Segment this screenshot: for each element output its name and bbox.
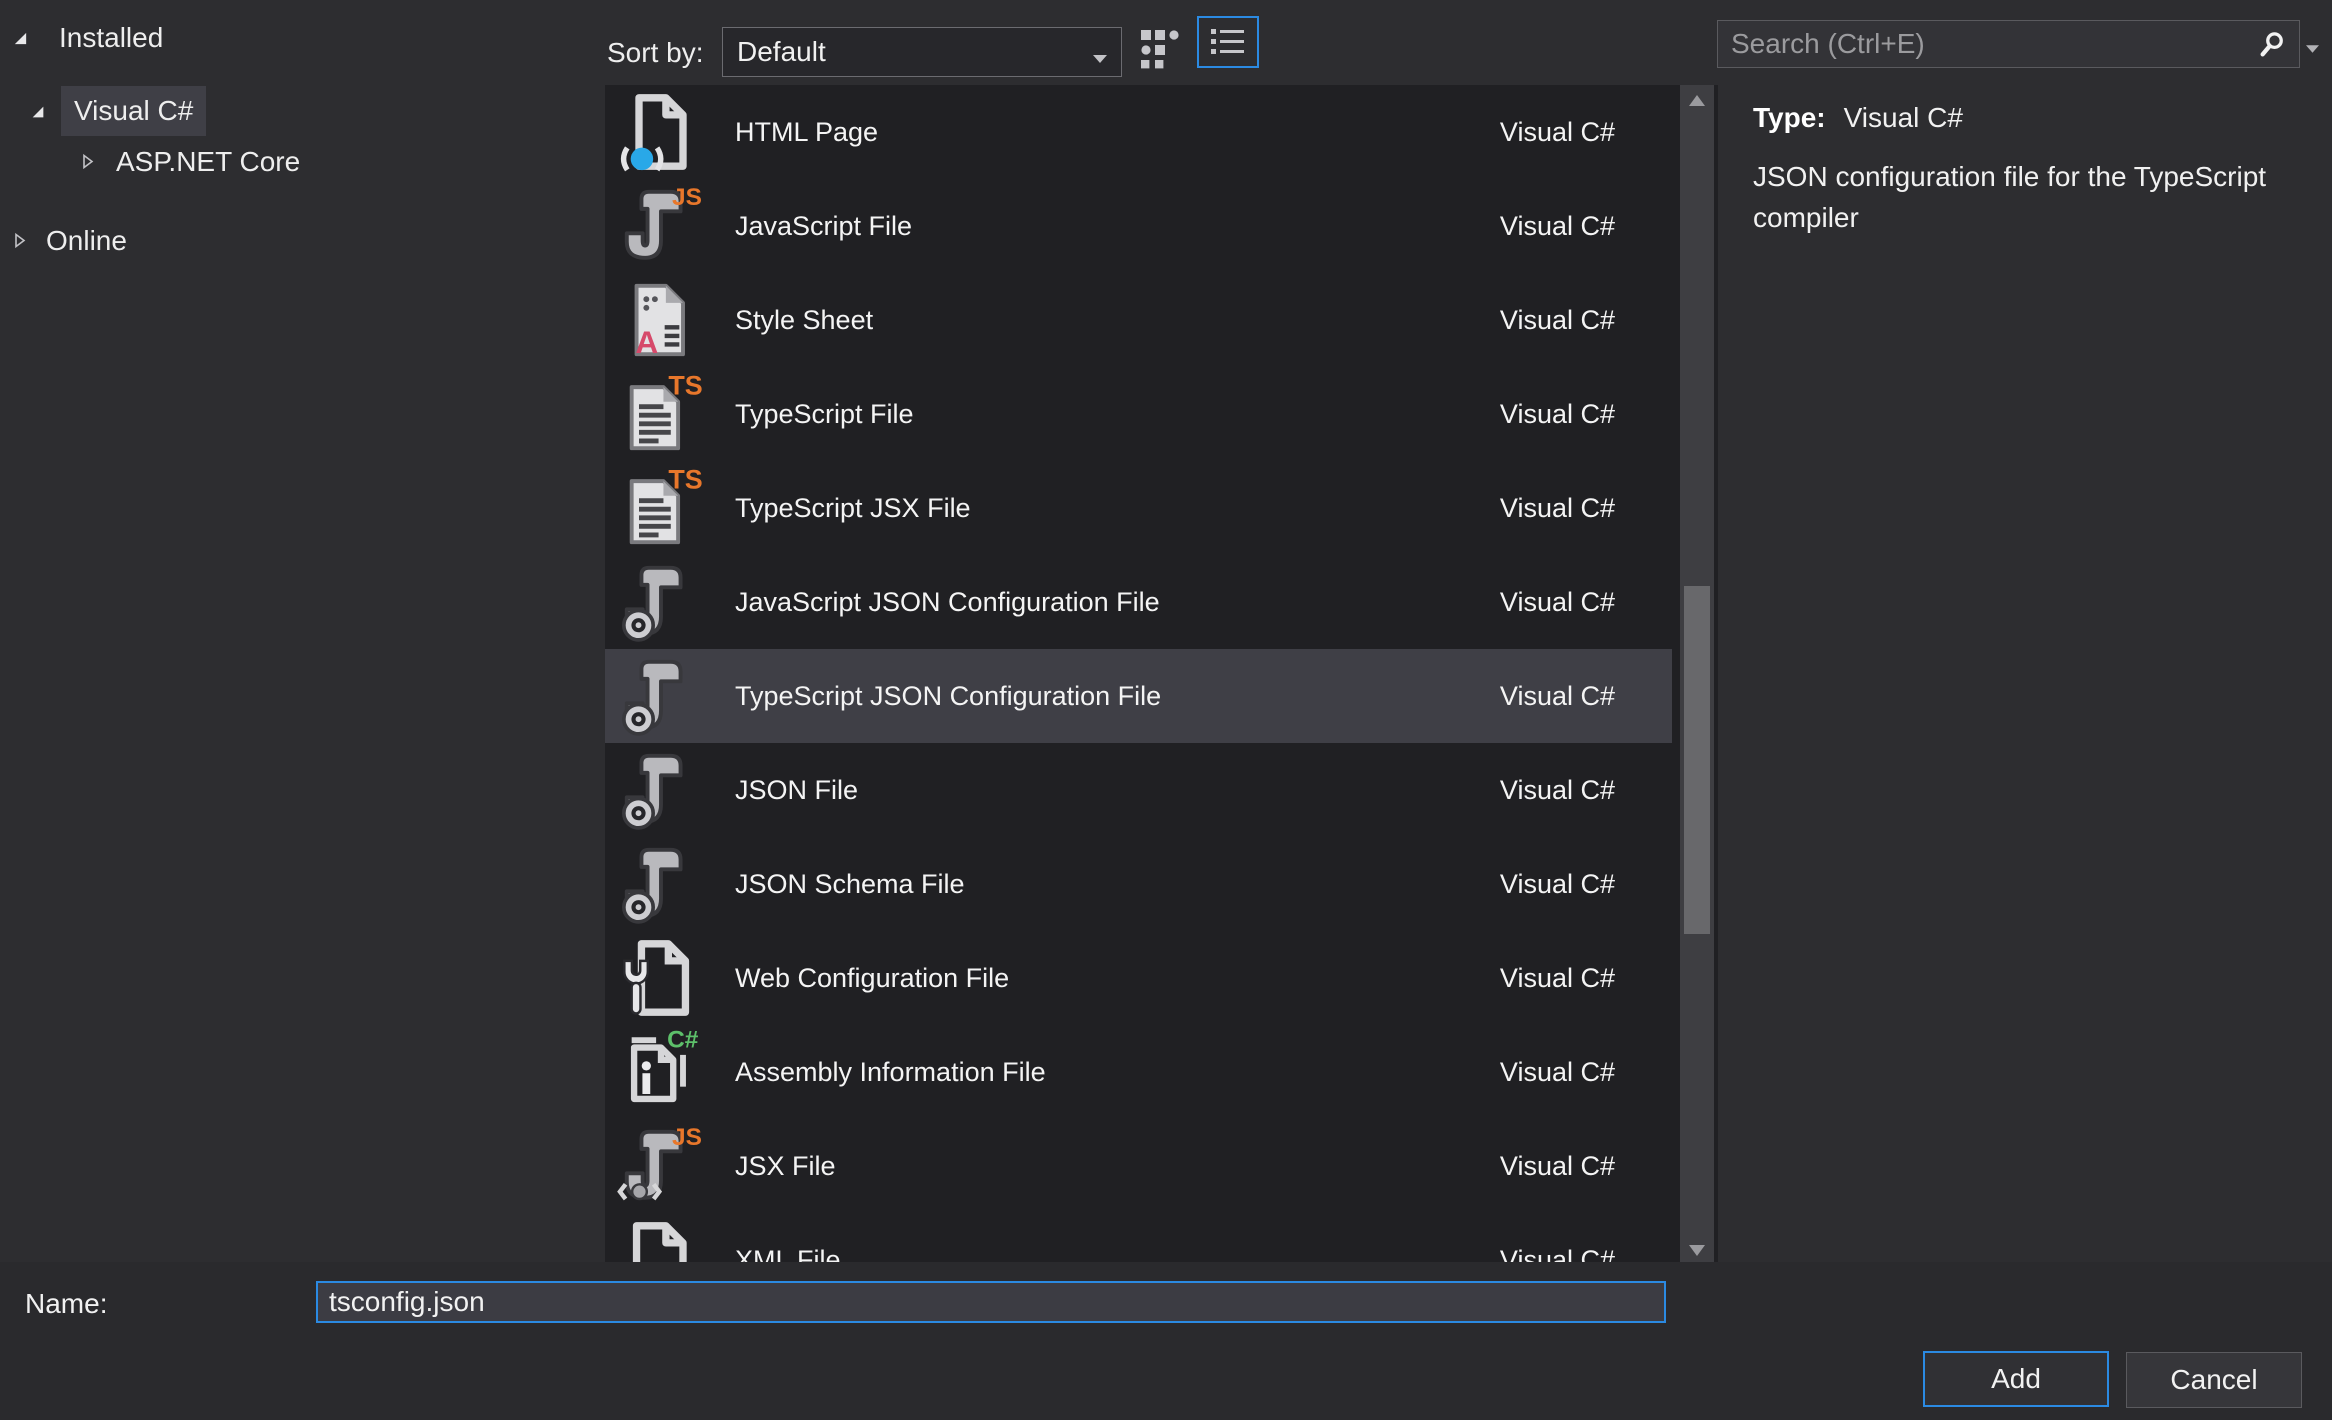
template-language: Visual C# <box>1500 211 1672 242</box>
template-row-jsx-file[interactable]: JSX File Visual C# <box>605 1119 1672 1213</box>
json-gear-icon <box>617 558 705 646</box>
type-value: Visual C# <box>1844 102 1963 133</box>
cancel-button[interactable]: Cancel <box>2126 1352 2302 1408</box>
template-label: Assembly Information File <box>735 1057 1046 1088</box>
template-language: Visual C# <box>1500 869 1672 900</box>
sort-by-dropdown[interactable]: Default <box>722 27 1122 77</box>
template-row-json-schema-file[interactable]: JSON Schema File Visual C# <box>605 837 1672 931</box>
template-row-web-configuration-file[interactable]: Web Configuration File Visual C# <box>605 931 1672 1025</box>
template-label: Style Sheet <box>735 305 873 336</box>
template-label: JavaScript File <box>735 211 912 242</box>
template-label: JSX File <box>735 1151 836 1182</box>
typescript-file-icon <box>617 464 705 552</box>
type-label: Type: <box>1753 102 1826 133</box>
template-list: HTML Page Visual C# JavaScript File Visu… <box>605 85 1718 1262</box>
template-row-typescript-json-config[interactable]: TypeScript JSON Configuration File Visua… <box>605 649 1672 743</box>
scroll-up-icon[interactable] <box>1689 93 1705 104</box>
list-view-button[interactable] <box>1197 16 1259 68</box>
template-label: JavaScript JSON Configuration File <box>735 587 1160 618</box>
add-button-label: Add <box>1991 1363 2041 1395</box>
template-description: JSON configuration file for the TypeScri… <box>1753 156 2332 238</box>
template-language: Visual C# <box>1500 587 1672 618</box>
xml-file-icon <box>617 1216 705 1262</box>
expanded-triangle-icon[interactable] <box>12 30 29 47</box>
template-row-xml-file[interactable]: XML File Visual C# <box>605 1213 1672 1262</box>
chevron-down-icon <box>1093 50 1107 68</box>
html-page-icon <box>617 88 705 176</box>
template-language: Visual C# <box>1500 1245 1672 1263</box>
template-language: Visual C# <box>1500 117 1672 148</box>
small-icons-grid-icon <box>1141 24 1185 72</box>
sidebar-item-online[interactable]: Online <box>46 225 127 257</box>
template-row-style-sheet[interactable]: Style Sheet Visual C# <box>605 273 1672 367</box>
template-label: TypeScript File <box>735 399 914 430</box>
template-label: TypeScript JSX File <box>735 493 971 524</box>
web-config-icon <box>617 934 705 1022</box>
search-icon[interactable] <box>2257 30 2287 65</box>
template-row-html-page[interactable]: HTML Page Visual C# <box>605 85 1672 179</box>
json-gear-icon <box>617 746 705 834</box>
add-new-item-dialog: Installed Visual C# ASP.NET Core Online … <box>0 0 2332 1420</box>
search-options-chevron-down-icon[interactable] <box>2306 40 2319 58</box>
scrollbar-thumb[interactable] <box>1684 586 1710 934</box>
template-row-javascript-json-config[interactable]: JavaScript JSON Configuration File Visua… <box>605 555 1672 649</box>
typescript-file-icon <box>617 370 705 458</box>
list-scrollbar[interactable] <box>1680 85 1714 1262</box>
template-row-assembly-information-file[interactable]: Assembly Information File Visual C# <box>605 1025 1672 1119</box>
template-language: Visual C# <box>1500 1151 1672 1182</box>
template-language: Visual C# <box>1500 399 1672 430</box>
template-row-json-file[interactable]: JSON File Visual C# <box>605 743 1672 837</box>
cancel-button-label: Cancel <box>2170 1364 2257 1396</box>
list-view-icon <box>1210 27 1246 57</box>
template-language: Visual C# <box>1500 681 1672 712</box>
template-label: HTML Page <box>735 117 878 148</box>
sidebar-item-installed[interactable]: Installed <box>59 22 163 54</box>
template-language: Visual C# <box>1500 305 1672 336</box>
json-gear-icon <box>617 840 705 928</box>
template-label: JSON Schema File <box>735 869 965 900</box>
template-label: TypeScript JSON Configuration File <box>735 681 1161 712</box>
assembly-info-icon <box>617 1028 705 1116</box>
template-language: Visual C# <box>1500 493 1672 524</box>
template-language: Visual C# <box>1500 775 1672 806</box>
javascript-file-icon <box>617 182 705 270</box>
collapsed-triangle-icon[interactable] <box>80 153 96 170</box>
type-row: Type: Visual C# <box>1753 102 1963 134</box>
sort-by-label: Sort by: <box>607 37 703 69</box>
collapsed-triangle-icon[interactable] <box>12 232 28 249</box>
name-input[interactable] <box>316 1281 1666 1323</box>
search-box <box>1717 20 2300 68</box>
sidebar-item-visual-csharp[interactable]: Visual C# <box>61 86 206 136</box>
add-button[interactable]: Add <box>1923 1351 2109 1407</box>
template-label: JSON File <box>735 775 858 806</box>
sidebar-item-aspnet-core[interactable]: ASP.NET Core <box>116 146 300 178</box>
template-label: XML File <box>735 1245 841 1263</box>
expanded-triangle-icon[interactable] <box>30 104 46 120</box>
template-language: Visual C# <box>1500 1057 1672 1088</box>
template-label: Web Configuration File <box>735 963 1009 994</box>
json-gear-icon <box>617 652 705 740</box>
jsx-file-icon <box>617 1122 705 1210</box>
small-icons-view-button[interactable] <box>1141 24 1185 72</box>
sort-by-value: Default <box>737 28 826 76</box>
style-sheet-icon <box>617 276 705 364</box>
template-row-typescript-jsx-file[interactable]: TypeScript JSX File Visual C# <box>605 461 1672 555</box>
template-language: Visual C# <box>1500 963 1672 994</box>
search-input[interactable] <box>1718 21 2299 67</box>
scroll-down-icon[interactable] <box>1689 1243 1705 1254</box>
template-row-typescript-file[interactable]: TypeScript File Visual C# <box>605 367 1672 461</box>
template-row-javascript-file[interactable]: JavaScript File Visual C# <box>605 179 1672 273</box>
name-label: Name: <box>25 1288 107 1320</box>
